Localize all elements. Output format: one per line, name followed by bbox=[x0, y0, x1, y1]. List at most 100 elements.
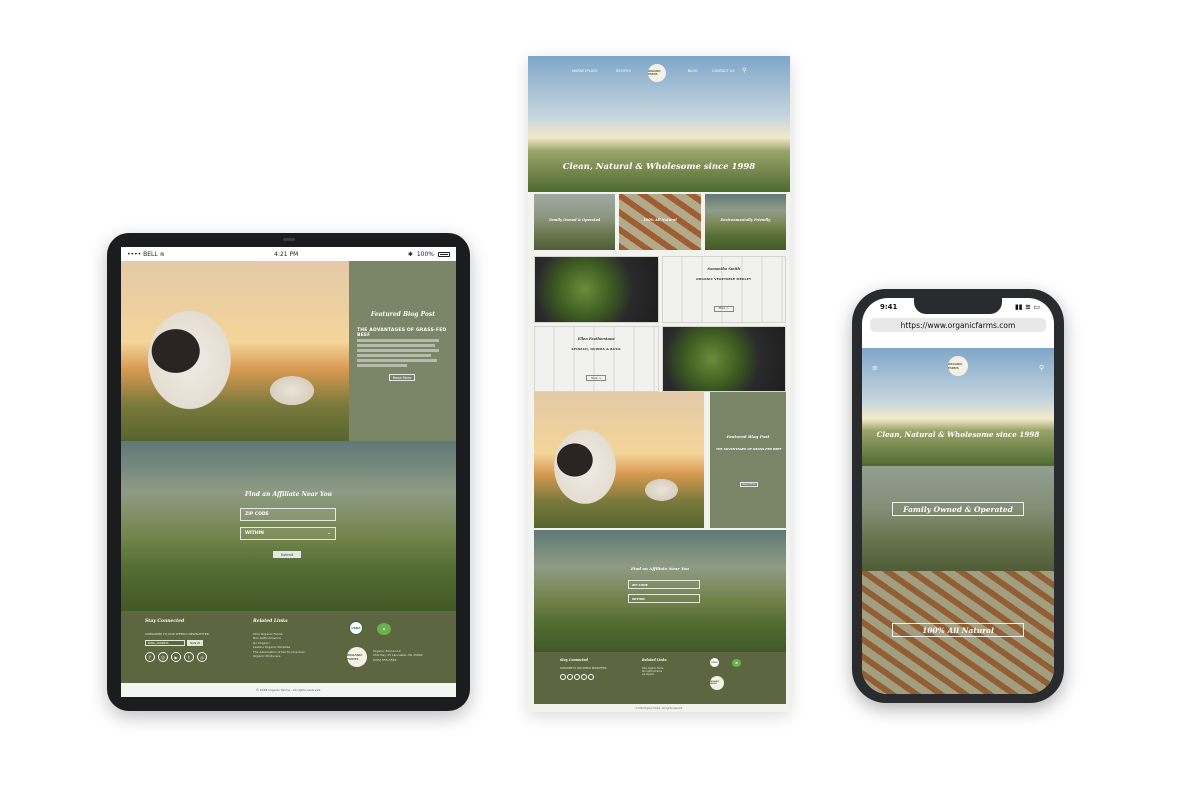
tablet-device: •••• BELL ≋ 4:21 PM ✱ 100% Featured Blog… bbox=[107, 233, 470, 711]
featured-post-headline[interactable]: THE ADVANTAGES OF GRASS-FED BEEF bbox=[716, 447, 782, 451]
battery-icon bbox=[438, 251, 450, 257]
address-bar[interactable]: https://www.organicfarms.com bbox=[870, 318, 1046, 332]
youtube-icon[interactable] bbox=[574, 674, 580, 681]
signal-wifi-battery-icon: ▮▮ ≋ ▭ bbox=[1014, 303, 1040, 311]
submit-button[interactable]: Submit bbox=[273, 551, 301, 558]
stay-connected-column: Stay Connected SUBSCRIBE TO OUR WEEKLY N… bbox=[145, 619, 210, 663]
organic-farms-logo: ORGANIC FARMS bbox=[710, 676, 724, 690]
featured-post-panel: Featured Blog Post THE ADVANTAGES OF GRA… bbox=[349, 261, 456, 441]
phone-device: 9:41 ▮▮ ≋ ▭ https://www.organicfarms.com… bbox=[852, 289, 1064, 703]
recipe-card[interactable]: Ellen Featherstone SPINACH, QUINOA & BAS… bbox=[534, 325, 659, 392]
facebook-icon[interactable] bbox=[560, 674, 566, 681]
zip-code-input[interactable]: ZIP CODE bbox=[240, 508, 336, 521]
more-button[interactable]: More -> bbox=[586, 375, 607, 381]
recipe-grid: Samantha Smith ORGANIC VEGETABLE MEDLEY … bbox=[534, 256, 786, 392]
featured-post-headline[interactable]: THE ADVANTAGES OF GRASS-FED BEEF bbox=[357, 328, 449, 338]
instagram-icon[interactable] bbox=[588, 674, 594, 681]
related-link[interactable]: Go Organic bbox=[642, 673, 667, 676]
snapchat-icon[interactable] bbox=[567, 674, 573, 681]
related-links-title: Related Links bbox=[253, 619, 288, 624]
hero-title: Clean, Natural & Wholesome since 1998 bbox=[562, 162, 756, 172]
wifi-icon: ≋ bbox=[159, 250, 165, 258]
facebook-icon[interactable]: f bbox=[145, 652, 155, 663]
within-label: WITHIN bbox=[245, 531, 264, 536]
family-section: Family Owned & Operated bbox=[862, 466, 1054, 571]
instagram-icon[interactable]: ◎ bbox=[197, 652, 207, 663]
tablet-camera bbox=[283, 238, 295, 241]
recipe-card[interactable]: Samantha Smith ORGANIC VEGETABLE MEDLEY … bbox=[661, 256, 786, 323]
search-icon[interactable]: ⚲ bbox=[742, 67, 746, 74]
zip-code-input[interactable]: ZIP CODE bbox=[628, 580, 700, 589]
tile-natural[interactable]: 100% All Natural bbox=[619, 194, 701, 250]
family-owned-button[interactable]: Family Owned & Operated bbox=[892, 502, 1024, 516]
top-nav: MARKETPLACE RECIPES ORGANIC FARMS BLOG C… bbox=[528, 64, 790, 82]
featured-post-excerpt bbox=[357, 339, 441, 367]
nav-blog[interactable]: BLOG bbox=[688, 69, 698, 73]
featured-post-label: Featured Blog Post bbox=[726, 434, 770, 439]
phone-number: (555) 555-5555 bbox=[373, 657, 397, 662]
affiliate-finder-section: Find an Affiliate Near You ZIP CODE WITH… bbox=[121, 441, 456, 611]
phone-hero: ≡ ORGANIC FARMS ⚲ Clean, Natural & Whole… bbox=[862, 348, 1054, 466]
recipe-photo bbox=[661, 325, 786, 392]
more-button[interactable]: More -> bbox=[713, 305, 734, 312]
status-time: 4:21 PM bbox=[274, 250, 299, 258]
newsletter-label: SUBSCRIBE TO OUR WEEKLY NEWSLETTER. bbox=[145, 632, 210, 636]
tile-family[interactable]: Family Owned & Operated bbox=[534, 194, 616, 250]
tile-label: Environmentally Friendly bbox=[720, 218, 771, 222]
featured-blog-section: Featured Blog Post THE ADVANTAGES OF GRA… bbox=[534, 392, 786, 528]
company-address: Organic Farms LLC. 156 Hwy 33 Lancaster,… bbox=[373, 649, 423, 662]
snapchat-icon[interactable]: ☺ bbox=[158, 652, 168, 663]
newsletter-label: SUBSCRIBE TO OUR WEEKLY NEWSLETTER. bbox=[560, 667, 608, 670]
read-more-button[interactable]: Read More bbox=[389, 374, 415, 381]
nav-recipes[interactable]: RECIPES bbox=[616, 69, 631, 73]
related-links-column: Related Links Ohio Organic Farms Non-GMO… bbox=[642, 658, 667, 677]
tile-environment[interactable]: Environmentally Friendly bbox=[704, 194, 786, 250]
desktop-footer: Stay Connected SUBSCRIBE TO OUR WEEKLY N… bbox=[534, 652, 786, 704]
tablet-featured-section: Featured Blog Post THE ADVANTAGES OF GRA… bbox=[121, 261, 456, 441]
sign-up-button[interactable]: SIGN UP bbox=[187, 640, 203, 647]
nav-contact[interactable]: CONTACT US bbox=[712, 69, 735, 73]
feature-tiles: Family Owned & Operated 100% All Natural… bbox=[534, 194, 786, 250]
featured-post-panel: Featured Blog Post THE ADVANTAGES OF GRA… bbox=[710, 392, 786, 528]
status-time: 9:41 bbox=[880, 303, 898, 311]
recipe-photo bbox=[534, 256, 659, 323]
tile-label: 100% All Natural bbox=[643, 218, 677, 222]
nav-logo[interactable]: ORGANIC FARMS bbox=[648, 64, 666, 82]
tablet-screen: •••• BELL ≋ 4:21 PM ✱ 100% Featured Blog… bbox=[121, 247, 456, 697]
within-select[interactable]: WITHIN ⌄ bbox=[240, 527, 336, 540]
copyright-text: © 2018 Organic Farms . All rights reserv… bbox=[635, 706, 683, 710]
social-links: f ☺ ▶ t ◎ bbox=[145, 652, 210, 663]
hamburger-menu-icon[interactable]: ≡ bbox=[872, 364, 878, 372]
within-select[interactable]: WITHIN bbox=[628, 594, 700, 603]
search-icon[interactable]: ⚲ bbox=[1039, 364, 1044, 372]
affiliate-title: Find an Affiliate Near You bbox=[630, 566, 690, 571]
read-more-button[interactable]: Read More bbox=[740, 482, 758, 487]
stay-connected-column: Stay Connected SUBSCRIBE TO OUR WEEKLY N… bbox=[560, 658, 608, 681]
certified-badge-icon: ✿ bbox=[732, 659, 741, 667]
recipe-author: Samantha Smith bbox=[707, 267, 741, 271]
tablet-footer: Stay Connected SUBSCRIBE TO OUR WEEKLY N… bbox=[121, 611, 456, 683]
phone-notch bbox=[914, 298, 1002, 314]
usda-organic-badge-icon: USDA bbox=[710, 658, 719, 667]
affiliate-finder-section: Find an Affiliate Near You ZIP CODE WITH… bbox=[534, 530, 786, 652]
desktop-longpage: MARKETPLACE RECIPES ORGANIC FARMS BLOG C… bbox=[528, 56, 790, 712]
tablet-status-bar: •••• BELL ≋ 4:21 PM ✱ 100% bbox=[121, 247, 456, 261]
tile-label: Family Owned & Operated bbox=[549, 218, 601, 222]
twitter-icon[interactable] bbox=[581, 674, 587, 681]
all-natural-button[interactable]: 100% All Natural bbox=[892, 623, 1024, 637]
related-links-title: Related Links bbox=[642, 658, 667, 662]
youtube-icon[interactable]: ▶ bbox=[171, 652, 181, 663]
related-link[interactable]: Organic Producers bbox=[253, 654, 305, 658]
nav-marketplace[interactable]: MARKETPLACE bbox=[572, 69, 598, 73]
twitter-icon[interactable]: t bbox=[184, 652, 194, 663]
chevron-down-icon: ⌄ bbox=[327, 531, 331, 536]
bluetooth-icon: ✱ bbox=[407, 250, 413, 258]
related-links-column: Related Links Ohio Organic Farms Non-GMO… bbox=[253, 619, 305, 658]
copyright-text: © 2018 Organic Farms . All rights reserv… bbox=[121, 683, 456, 697]
newsletter-form: EMAIL ADDRESS SIGN UP bbox=[145, 640, 210, 647]
recipe-headline: SPINACH, QUINOA & BASIL bbox=[571, 346, 622, 351]
email-input[interactable]: EMAIL ADDRESS bbox=[145, 640, 185, 647]
hero-title: Clean, Natural & Wholesome since 1998 bbox=[876, 430, 1040, 439]
phone-logo[interactable]: ORGANIC FARMS bbox=[948, 356, 968, 376]
affiliate-title: Find an Affiliate Near You bbox=[244, 491, 333, 498]
